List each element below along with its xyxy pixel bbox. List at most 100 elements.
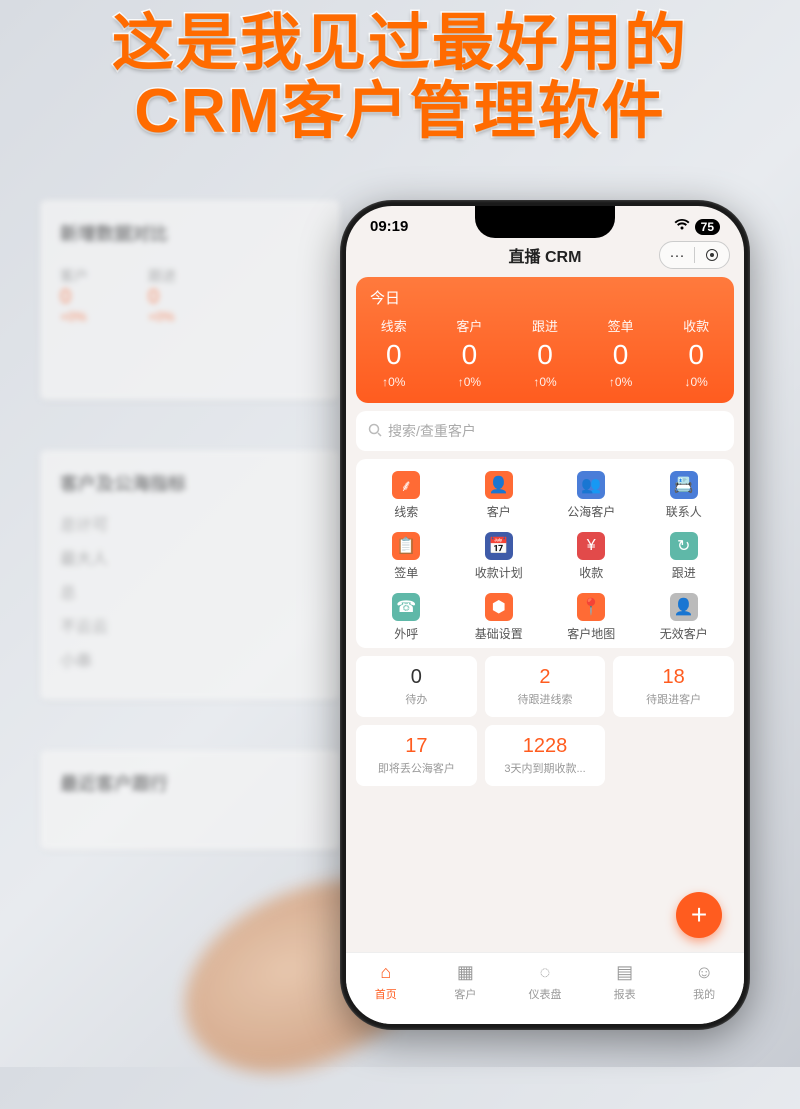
外呼-icon: ☎ (392, 593, 420, 621)
module-外呼[interactable]: ☎ 外呼 (360, 593, 453, 642)
stats-value: 0 (583, 339, 659, 371)
stats-value: 0 (507, 339, 583, 371)
module-线索[interactable]: ⸙ 线索 (360, 471, 453, 520)
stats-pct: ↑0% (432, 375, 508, 389)
summary-row-1: 0 待办2 待跟进线索18 待跟进客户 (356, 656, 734, 717)
module-label: 线索 (394, 503, 418, 520)
stats-label: 跟进 (507, 316, 583, 335)
wifi-icon (674, 218, 690, 235)
nav-我的[interactable]: ☺ 我的 (664, 953, 744, 1010)
stats-cell-2[interactable]: 跟进 0 ↑0% (507, 316, 583, 389)
summary-num: 1228 (489, 735, 602, 758)
module-签单[interactable]: 📋 签单 (360, 532, 453, 581)
module-label: 公海客户 (567, 503, 615, 520)
module-基础设置[interactable]: ⬢ 基础设置 (453, 593, 546, 642)
miniprogram-capsule[interactable]: ··· (659, 241, 730, 269)
module-label: 收款计划 (475, 564, 523, 581)
nav-icon: ◌ (534, 962, 556, 984)
summary-num: 18 (617, 666, 730, 689)
nav-label: 我的 (693, 986, 715, 1002)
today-stats-panel: 今日 线索 0 ↑0%客户 0 ↑0%跟进 0 ↑0%签单 0 ↑0%收款 0 … (356, 277, 734, 403)
stats-cell-0[interactable]: 线索 0 ↑0% (356, 316, 432, 389)
跟进-icon: ↻ (670, 532, 698, 560)
stats-value: 0 (356, 339, 432, 371)
module-label: 客户地图 (567, 625, 615, 642)
stats-cell-3[interactable]: 签单 0 ↑0% (583, 316, 659, 389)
capsule-menu-icon[interactable]: ··· (660, 247, 694, 264)
summary-label: 3天内到期收款... (489, 760, 602, 776)
收款-icon: ¥ (577, 532, 605, 560)
module-公海客户[interactable]: 👥 公海客户 (545, 471, 638, 520)
stats-cell-1[interactable]: 客户 0 ↑0% (432, 316, 508, 389)
stats-value: 0 (658, 339, 734, 371)
status-time: 09:19 (370, 218, 408, 235)
nav-label: 报表 (614, 986, 636, 1002)
nav-首页[interactable]: ⌂ 首页 (346, 953, 426, 1010)
battery-level: 75 (695, 219, 720, 235)
summary-label: 待办 (360, 691, 473, 707)
线索-icon: ⸙ (392, 471, 420, 499)
nav-label: 客户 (454, 986, 476, 1002)
summary-card-0[interactable]: 0 待办 (356, 656, 477, 717)
stats-today-label[interactable]: 今日 (356, 287, 734, 316)
search-input[interactable]: 搜索/查重客户 (356, 411, 734, 451)
nav-客户[interactable]: ▦ 客户 (426, 953, 506, 1010)
module-无效客户[interactable]: 👤 无效客户 (638, 593, 731, 642)
desktop-card-recent: 最近客户跟行 (40, 750, 340, 850)
stats-pct: ↑0% (356, 375, 432, 389)
module-客户[interactable]: 👤 客户 (453, 471, 546, 520)
app-title: 直播 CRM (509, 243, 582, 267)
客户地图-icon: 📍 (577, 593, 605, 621)
headline-line1: 这是我见过最好用的 (0, 10, 800, 78)
summary-card-1[interactable]: 2 待跟进线索 (485, 656, 606, 717)
stats-value: 0 (432, 339, 508, 371)
app-title-bar: 直播 CRM ··· (346, 237, 744, 273)
module-客户地图[interactable]: 📍 客户地图 (545, 593, 638, 642)
stats-pct: ↓0% (658, 375, 734, 389)
summary-num: 2 (489, 666, 602, 689)
search-placeholder: 搜索/查重客户 (388, 421, 476, 441)
summary-row-2: 17 即将丢公海客户1228 3天内到期收款... (356, 725, 734, 786)
module-grid: ⸙ 线索👤 客户👥 公海客户📇 联系人📋 签单📅 收款计划¥ 收款↻ 跟进☎ 外… (356, 459, 734, 648)
基础设置-icon: ⬢ (485, 593, 513, 621)
desktop-card-title: 新增数据对比 (60, 220, 320, 246)
add-button[interactable]: + (676, 892, 722, 938)
module-label: 跟进 (672, 564, 696, 581)
desktop-card-stats: 新增数据对比 客户 0 +0% 跟进 0 +0% (40, 200, 340, 400)
nav-报表[interactable]: ▤ 报表 (585, 953, 665, 1010)
summary-num: 0 (360, 666, 473, 689)
nav-仪表盘[interactable]: ◌ 仪表盘 (505, 953, 585, 1010)
stats-label: 收款 (658, 316, 734, 335)
summary-label: 待跟进客户 (617, 691, 730, 707)
promo-headline: 这是我见过最好用的 CRM客户管理软件 (0, 10, 800, 146)
nav-icon: ▤ (614, 962, 636, 984)
nav-icon: ☺ (693, 962, 715, 984)
desktop-card-pool: 客户及公海指标 总计可 最大人 总 不云云 小串 (40, 450, 340, 700)
search-icon (368, 423, 382, 440)
module-label: 客户 (487, 503, 511, 520)
summary-card-4[interactable]: 1228 3天内到期收款... (485, 725, 606, 786)
stats-label: 签单 (583, 316, 659, 335)
summary-card-2[interactable]: 18 待跟进客户 (613, 656, 734, 717)
phone-notch (475, 206, 615, 238)
capsule-close-icon[interactable] (695, 249, 729, 261)
summary-card-3[interactable]: 17 即将丢公海客户 (356, 725, 477, 786)
module-收款[interactable]: ¥ 收款 (545, 532, 638, 581)
summary-num: 17 (360, 735, 473, 758)
module-label: 收款 (579, 564, 603, 581)
无效客户-icon: 👤 (670, 593, 698, 621)
module-跟进[interactable]: ↻ 跟进 (638, 532, 731, 581)
stats-pct: ↑0% (583, 375, 659, 389)
phone-frame: 09:19 75 直播 CRM ··· 今日 线索 0 ↑0%客户 0 ↑0%跟… (340, 200, 750, 1030)
module-联系人[interactable]: 📇 联系人 (638, 471, 731, 520)
summary-label: 即将丢公海客户 (360, 760, 473, 776)
module-收款计划[interactable]: 📅 收款计划 (453, 532, 546, 581)
stats-label: 线索 (356, 316, 432, 335)
公海客户-icon: 👥 (577, 471, 605, 499)
bottom-nav: ⌂ 首页▦ 客户◌ 仪表盘▤ 报表☺ 我的 (346, 952, 744, 1024)
module-label: 外呼 (394, 625, 418, 642)
stats-label: 客户 (432, 316, 508, 335)
stats-cell-4[interactable]: 收款 0 ↓0% (658, 316, 734, 389)
nav-label: 首页 (375, 986, 397, 1002)
module-label: 签单 (394, 564, 418, 581)
